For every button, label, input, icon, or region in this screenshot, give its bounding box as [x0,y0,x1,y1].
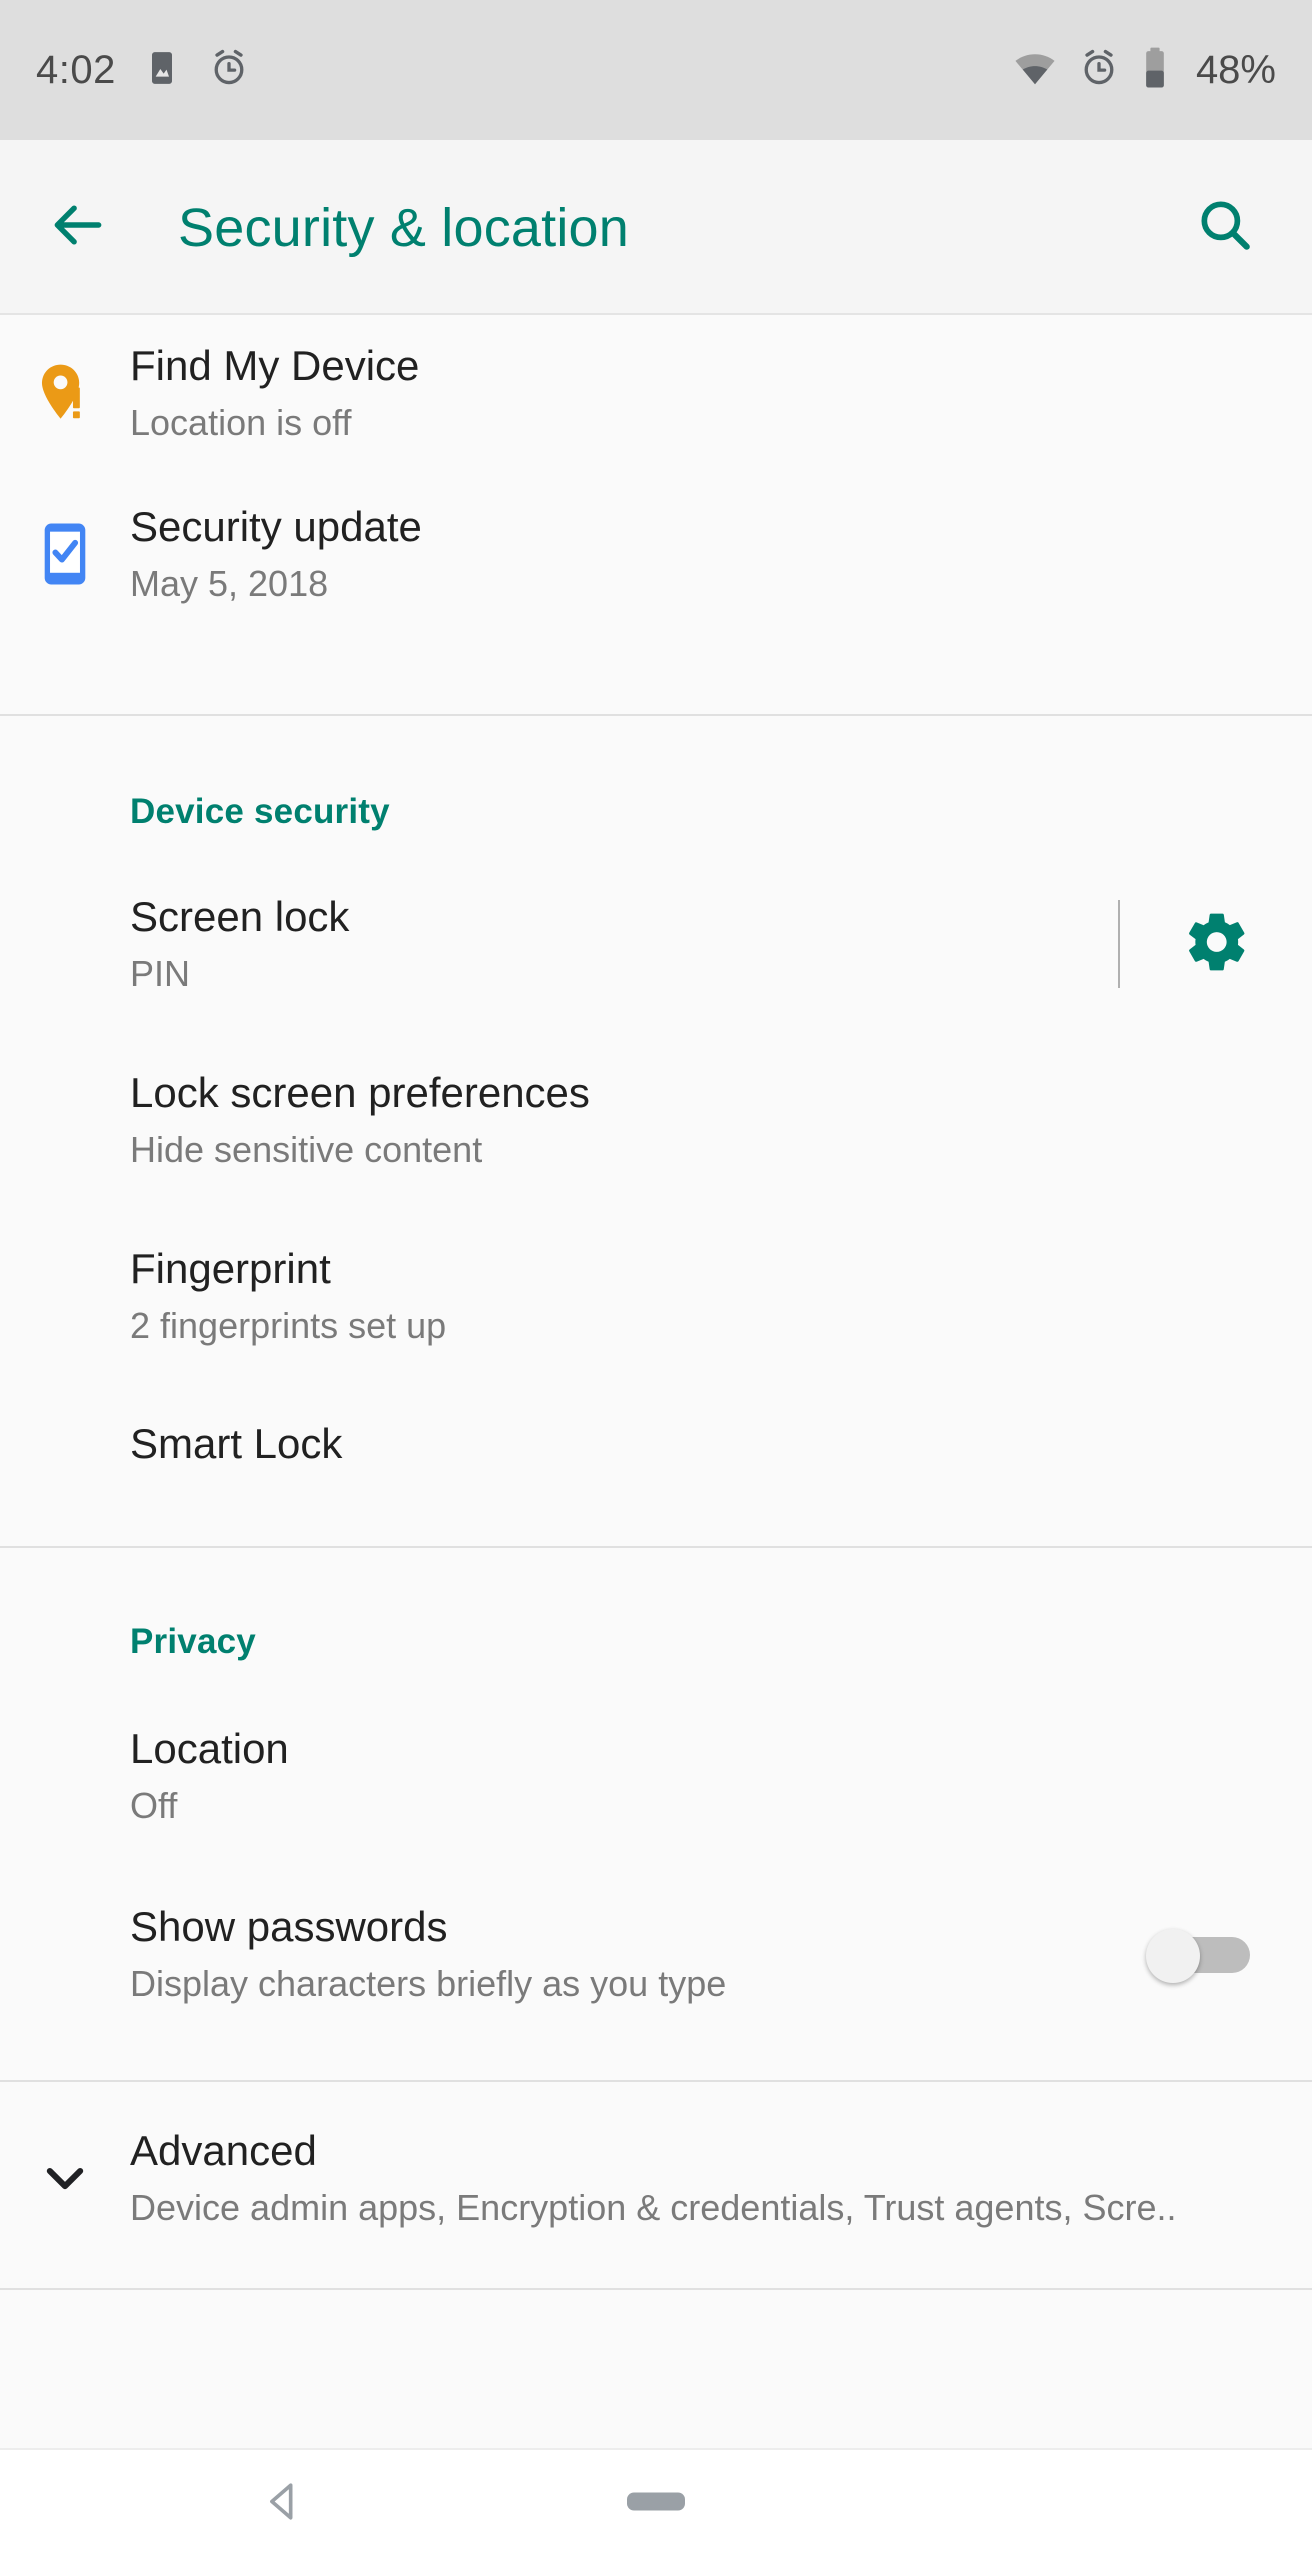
back-button[interactable] [18,194,138,261]
list-item-text: Show passwords Display characters briefl… [130,1903,1146,2005]
nav-home-button[interactable] [625,2489,687,2520]
screen-lock-settings-button[interactable] [1162,908,1272,981]
list-item-location[interactable]: Location Off [0,1712,1312,1840]
phone-check-icon [0,521,130,587]
list-item-lock-screen-preferences[interactable]: Lock screen preferences Hide sensitive c… [0,1056,1312,1184]
list-item-title: Show passwords [130,1903,448,1951]
bottom-divider [0,2288,1312,2290]
section-divider [0,2080,1312,2082]
list-item-fingerprint[interactable]: Fingerprint 2 fingerprints set up [0,1232,1312,1360]
list-item-subtitle: 2 fingerprints set up [130,1305,447,1347]
list-item-subtitle: Off [130,1785,178,1827]
status-bar-left: 4:02 [36,47,250,94]
system-navigation-bar [0,2448,1312,2560]
battery-percent-label: 48% [1195,47,1276,92]
list-item-text: Security update May 5, 2018 [130,503,1272,605]
list-item-title: Fingerprint [130,1245,331,1293]
list-item-subtitle: PIN [130,953,191,995]
alarm-icon [208,47,250,94]
list-item-title: Location [130,1725,289,1773]
section-header-device-security: Device security [130,792,390,831]
list-item-subtitle: Hide sensitive content [130,1129,483,1171]
nav-back-triangle-icon [260,2483,306,2529]
page-title: Security & location [178,197,630,258]
section-header-privacy: Privacy [130,1622,256,1661]
list-item-show-passwords[interactable]: Show passwords Display characters briefl… [0,1890,1312,2018]
battery-icon [1140,45,1170,96]
chevron-down-icon [0,2150,130,2206]
android-settings-screen: 4:02 48% Security & location Find My Dev… [0,0,1312,2560]
image-icon [142,48,182,93]
show-passwords-toggle[interactable] [1146,1929,1250,1983]
list-item-smart-lock[interactable]: Smart Lock [0,1406,1312,1482]
list-item-text: Lock screen preferences Hide sensitive c… [130,1069,1272,1171]
list-item-text: Advanced Device admin apps, Encryption &… [130,2127,1272,2229]
wifi-icon [1012,45,1058,96]
list-item-subtitle: Location is off [130,402,352,444]
list-item-text: Smart Lock [130,1420,1272,1468]
alarm-icon [1078,47,1120,94]
list-item-title: Lock screen preferences [130,1069,590,1117]
list-item-title: Screen lock [130,893,350,941]
list-item-text: Screen lock PIN [130,893,1118,995]
list-item-advanced[interactable]: Advanced Device admin apps, Encryption &… [0,2108,1312,2248]
settings-list: Find My Device Location is off Security … [0,315,1312,2290]
search-button[interactable] [1194,194,1256,261]
location-pin-alert-icon [0,362,130,424]
list-item-text: Fingerprint 2 fingerprints set up [130,1245,1272,1347]
list-item-text: Location Off [130,1725,1272,1827]
list-item-subtitle: May 5, 2018 [130,562,329,604]
list-item-title: Security update [130,502,422,550]
status-bar-right: 48% [1012,45,1276,96]
list-item-title: Find My Device [130,342,420,390]
screen-lock-settings-widget[interactable] [1118,900,1272,988]
section-divider [0,714,1312,716]
app-bar: Security & location [0,140,1312,315]
toggle-thumb [1146,1929,1200,1983]
status-bar: 4:02 48% [0,0,1312,140]
list-item-subtitle: Display characters briefly as you type [130,1963,727,2005]
nav-back-button[interactable] [260,2479,306,2530]
search-icon [1194,194,1256,261]
list-item-find-my-device[interactable]: Find My Device Location is off [0,315,1312,471]
list-item-security-update[interactable]: Security update May 5, 2018 [0,471,1312,636]
widget-divider [1118,900,1120,988]
arrow-back-icon [47,194,109,261]
gear-icon [1183,908,1251,981]
list-item-screen-lock[interactable]: Screen lock PIN [0,880,1312,1008]
list-item-title: Advanced [130,2127,317,2175]
section-divider [0,1546,1312,1548]
status-bar-clock: 4:02 [36,47,116,92]
list-item-subtitle: Device admin apps, Encryption & credenti… [130,2187,1177,2229]
list-item-title: Smart Lock [130,1419,343,1467]
list-item-text: Find My Device Location is off [130,342,1272,444]
nav-home-pill-icon [625,2492,687,2519]
